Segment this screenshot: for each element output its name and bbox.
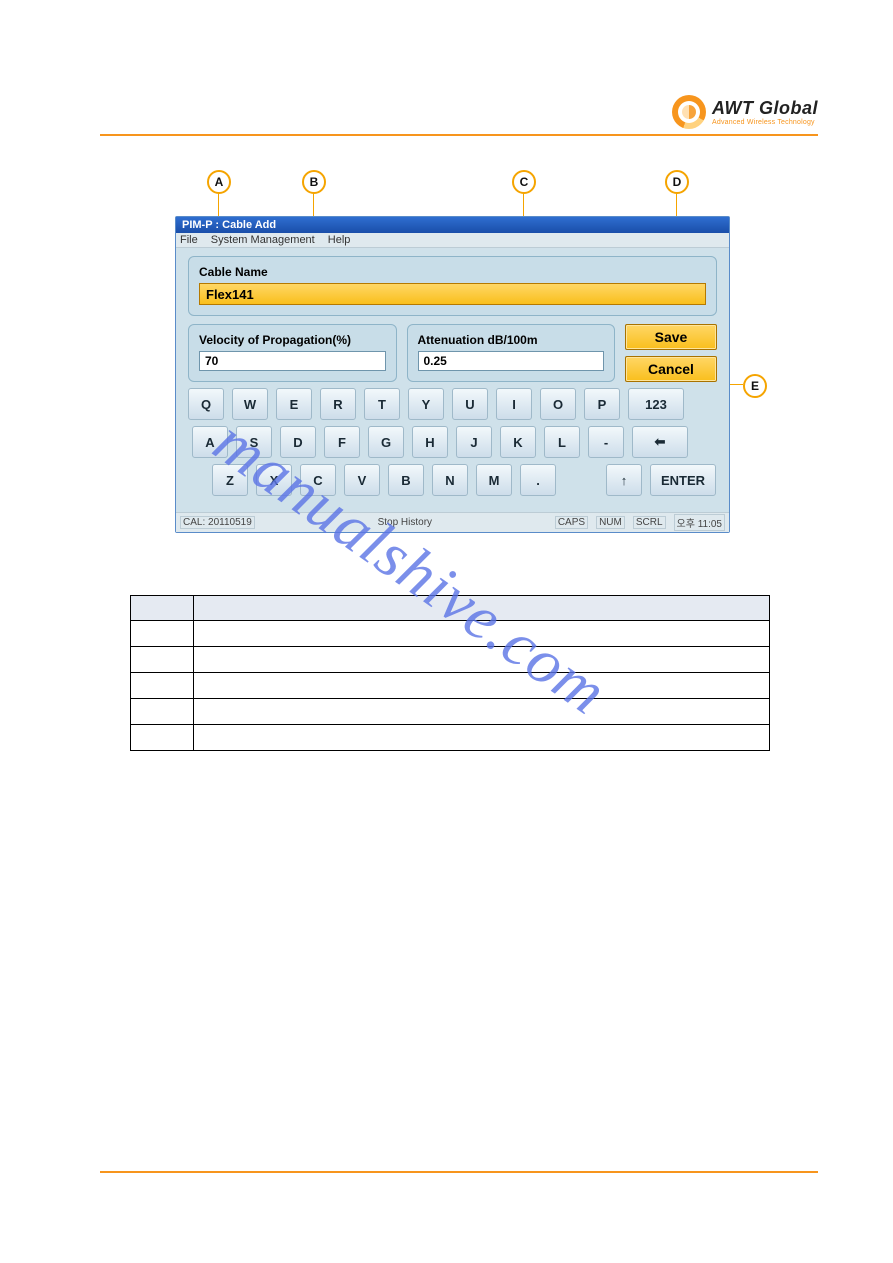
key-M[interactable]: M	[476, 464, 512, 496]
key-K[interactable]: K	[500, 426, 536, 458]
menu-bar[interactable]: File System Management Help	[176, 233, 729, 248]
window-title: PIM-P : Cable Add	[176, 217, 729, 233]
app-window: PIM-P : Cable Add File System Management…	[175, 216, 730, 533]
callout-row: A B C D	[175, 170, 730, 210]
ref-row-C-left	[131, 673, 194, 699]
key-dash[interactable]: -	[588, 426, 624, 458]
key-H[interactable]: H	[412, 426, 448, 458]
status-num: NUM	[596, 516, 625, 529]
brand-logo: AWT Global Advanced Wireless Technology	[672, 95, 818, 129]
key-Z[interactable]: Z	[212, 464, 248, 496]
ref-row-D-right	[194, 699, 770, 725]
key-B[interactable]: B	[388, 464, 424, 496]
on-screen-keyboard: Q W E R T Y U I O P 123 A S	[188, 388, 717, 496]
key-V[interactable]: V	[344, 464, 380, 496]
key-J[interactable]: J	[456, 426, 492, 458]
brand-title: AWT Global	[712, 98, 818, 119]
key-U[interactable]: U	[452, 388, 488, 420]
label-velocity: Velocity of Propagation(%)	[199, 333, 386, 347]
ref-row-A-left	[131, 621, 194, 647]
key-G[interactable]: G	[368, 426, 404, 458]
callout-D: D	[665, 170, 689, 194]
status-stop-history: Stop History	[378, 517, 432, 528]
key-O[interactable]: O	[540, 388, 576, 420]
key-123[interactable]: 123	[628, 388, 684, 420]
footer-rule	[100, 1171, 818, 1173]
panel-cable-name: Cable Name	[188, 256, 717, 316]
ref-row-E-left	[131, 725, 194, 751]
brand-subtitle: Advanced Wireless Technology	[712, 119, 818, 126]
status-cal: CAL: 20110519	[180, 516, 255, 529]
velocity-field[interactable]	[199, 351, 386, 371]
callout-C: C	[512, 170, 536, 194]
key-D[interactable]: D	[280, 426, 316, 458]
key-Y[interactable]: Y	[408, 388, 444, 420]
key-period[interactable]: .	[520, 464, 556, 496]
ref-header-2	[194, 596, 770, 621]
ref-row-C-right	[194, 673, 770, 699]
panel-attenuation: Attenuation dB/100m	[407, 324, 616, 382]
key-L[interactable]: L	[544, 426, 580, 458]
label-attenuation: Attenuation dB/100m	[418, 333, 605, 347]
menu-help[interactable]: Help	[328, 234, 351, 246]
menu-file[interactable]: File	[180, 234, 198, 246]
panel-velocity: Velocity of Propagation(%)	[188, 324, 397, 382]
attenuation-field[interactable]	[418, 351, 605, 371]
callout-A: A	[207, 170, 231, 194]
key-C[interactable]: C	[300, 464, 336, 496]
status-scrl: SCRL	[633, 516, 666, 529]
key-P[interactable]: P	[584, 388, 620, 420]
key-X[interactable]: X	[256, 464, 292, 496]
status-clock: 오후 11:05	[674, 514, 725, 531]
cable-name-field[interactable]	[199, 283, 706, 305]
key-I[interactable]: I	[496, 388, 532, 420]
key-F[interactable]: F	[324, 426, 360, 458]
callout-B: B	[302, 170, 326, 194]
callout-E: E	[743, 374, 767, 398]
figure-cable-add: A B C D E PIM-P : Cable Add File System …	[175, 170, 730, 533]
ref-header-1	[131, 596, 194, 621]
ref-row-B-right	[194, 647, 770, 673]
logo-swirl-icon	[672, 95, 706, 129]
key-backspace[interactable]: ⬅	[632, 426, 688, 458]
key-W[interactable]: W	[232, 388, 268, 420]
key-S[interactable]: S	[236, 426, 272, 458]
status-bar: CAL: 20110519 Stop History CAPS NUM SCRL…	[176, 512, 729, 532]
ref-row-D-left	[131, 699, 194, 725]
key-enter[interactable]: ENTER	[650, 464, 716, 496]
cancel-button[interactable]: Cancel	[625, 356, 717, 382]
ref-row-E-right	[194, 725, 770, 751]
key-A[interactable]: A	[192, 426, 228, 458]
status-caps: CAPS	[555, 516, 588, 529]
key-Q[interactable]: Q	[188, 388, 224, 420]
key-N[interactable]: N	[432, 464, 468, 496]
label-cable-name: Cable Name	[199, 265, 706, 279]
menu-system-management[interactable]: System Management	[211, 234, 315, 246]
header-rule	[100, 134, 818, 136]
key-E[interactable]: E	[276, 388, 312, 420]
key-shift[interactable]: ↑	[606, 464, 642, 496]
key-T[interactable]: T	[364, 388, 400, 420]
ref-row-A-right	[194, 621, 770, 647]
save-button[interactable]: Save	[625, 324, 717, 350]
ref-row-B-left	[131, 647, 194, 673]
reference-table	[130, 595, 770, 751]
key-R[interactable]: R	[320, 388, 356, 420]
